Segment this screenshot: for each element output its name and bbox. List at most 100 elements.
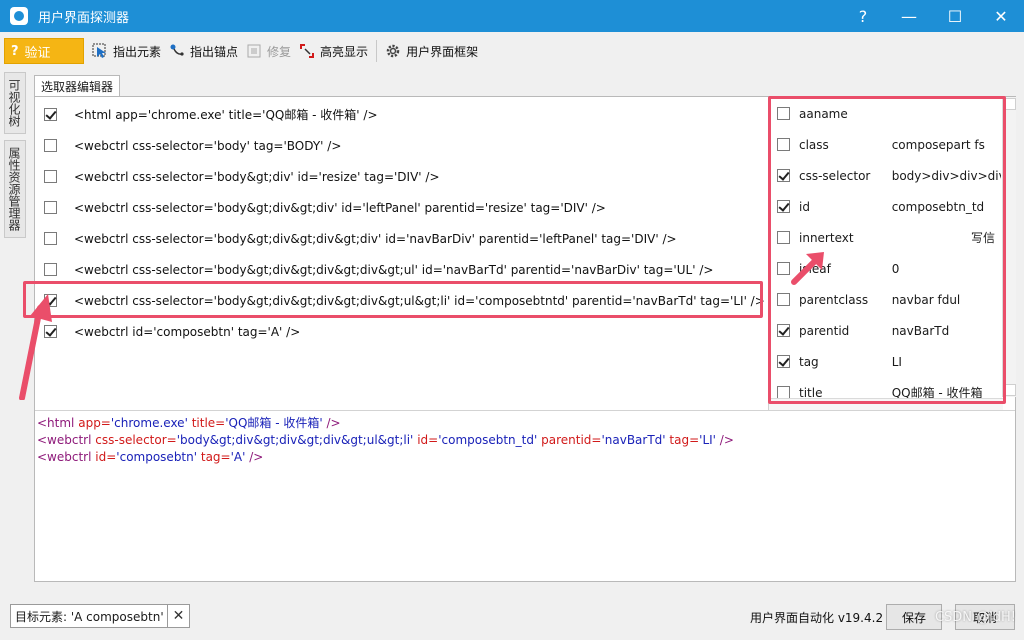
attribute-row[interactable]: tag LI [769, 346, 1001, 377]
help-button[interactable]: ? [840, 0, 886, 32]
attribute-value[interactable]: LI [892, 355, 1001, 369]
minimize-button[interactable]: — [886, 0, 932, 32]
xml-attr: id= [95, 450, 117, 464]
xml-tag: /> [326, 416, 341, 430]
target-element-field[interactable]: 目标元素: 'A composebtn' ✕ [10, 604, 190, 628]
attribute-value[interactable]: body>div>div>div [892, 169, 1001, 183]
tab-visual-tree[interactable]: 可视化树 [4, 72, 26, 134]
highlight-button[interactable]: 高亮显示 [299, 43, 368, 60]
attribute-checkbox[interactable] [777, 355, 790, 368]
cursor-select-icon [92, 43, 108, 59]
xml-line: <webctrl id='composebtn' tag='A' /> [37, 449, 1007, 466]
attribute-value[interactable]: 写信 [892, 229, 1001, 246]
xml-line: <webctrl css-selector='body&gt;div&gt;di… [37, 432, 1007, 449]
attribute-row[interactable]: parentclass navbar fdul [769, 284, 1001, 315]
scroll-up-icon[interactable] [1004, 98, 1016, 110]
repair-button[interactable]: 修复 [246, 43, 291, 60]
attribute-checkbox[interactable] [777, 200, 790, 213]
selector-text: <webctrl css-selector='body' tag='BODY' … [74, 138, 342, 153]
verify-button[interactable]: ? 验证 [4, 38, 84, 64]
selector-list: <html app='chrome.exe' title='QQ邮箱 - 收件箱… [35, 97, 765, 410]
pick-element-label: 指出元素 [113, 44, 162, 59]
window-title: 用户界面探测器 [38, 10, 130, 26]
selector-row[interactable]: <webctrl css-selector='body' tag='BODY' … [35, 130, 765, 161]
attribute-row[interactable]: id composebtn_td [769, 191, 1001, 222]
attribute-name: id [799, 199, 810, 214]
gear-icon [385, 43, 401, 59]
attribute-checkbox[interactable] [777, 262, 790, 275]
attribute-checkbox[interactable] [777, 293, 790, 306]
selector-row[interactable]: <webctrl css-selector='body&gt;div&gt;di… [35, 223, 765, 254]
attribute-checkbox[interactable] [777, 169, 790, 182]
clear-target-icon[interactable]: ✕ [167, 605, 189, 627]
xml-value: 'chrome.exe' [110, 416, 188, 430]
tab-property-explorer[interactable]: 属性资源管理器 [4, 140, 26, 238]
pick-element-button[interactable]: 指出元素 [92, 43, 161, 60]
attribute-name: innertext [799, 230, 854, 245]
attribute-checkbox[interactable] [777, 138, 790, 151]
attribute-value[interactable]: 0 [892, 262, 1001, 276]
attribute-value[interactable]: composebtn_td [892, 200, 1001, 214]
row-checkbox[interactable] [44, 201, 57, 214]
selector-row[interactable]: <webctrl css-selector='body&gt;div&gt;di… [35, 192, 765, 223]
highlight-label: 高亮显示 [320, 44, 369, 59]
row-checkbox[interactable] [44, 232, 57, 245]
toolbar: ? 验证 指出元素 指出锚点 修复 高亮显示 用户界面框架 [0, 36, 1024, 66]
attribute-row[interactable]: class composepart fs [769, 129, 1001, 160]
xml-value: 'composebtn' [116, 450, 198, 464]
selector-text: <webctrl css-selector='body&gt;div&gt;di… [74, 231, 677, 246]
attribute-horizontal-scrollbar[interactable] [769, 398, 1003, 410]
xml-value: 'navBarTd' [601, 433, 666, 447]
row-checkbox[interactable] [44, 294, 57, 307]
attribute-name: parentclass [799, 292, 869, 307]
xml-value: 'body&gt;div&gt;div&gt;div&gt;ul&gt;li' [176, 433, 414, 447]
cancel-button[interactable]: 取消 [955, 604, 1015, 630]
selector-text: <webctrl css-selector='body&gt;div&gt;di… [74, 262, 714, 277]
selector-row[interactable]: <html app='chrome.exe' title='QQ邮箱 - 收件箱… [35, 99, 765, 130]
row-checkbox[interactable] [44, 263, 57, 276]
xml-value: 'A' [230, 450, 246, 464]
attribute-row[interactable]: aaname [769, 98, 1001, 129]
selector-row-selected[interactable]: <webctrl css-selector='body&gt;div&gt;di… [35, 285, 765, 316]
selector-row[interactable]: <webctrl css-selector='body&gt;div&gt;di… [35, 254, 765, 285]
selector-row[interactable]: <webctrl css-selector='body&gt;div' id='… [35, 161, 765, 192]
maximize-button[interactable]: ☐ [932, 0, 978, 32]
repair-label: 修复 [267, 44, 292, 59]
attribute-name: parentid [799, 323, 850, 338]
attribute-checkbox[interactable] [777, 107, 790, 120]
attribute-value[interactable]: navBarTd [892, 324, 1001, 338]
attribute-value[interactable]: composepart fs [892, 138, 1001, 152]
attribute-row[interactable]: css-selector body>div>div>div [769, 160, 1001, 191]
selector-row[interactable]: <webctrl id='composebtn' tag='A' /> [35, 316, 765, 347]
row-checkbox[interactable] [44, 325, 57, 338]
xml-preview[interactable]: <html app='chrome.exe' title='QQ邮箱 - 收件箱… [37, 415, 1007, 466]
attribute-name: class [799, 137, 829, 152]
selector-text: <webctrl css-selector='body&gt;div&gt;di… [74, 293, 765, 308]
attribute-checkbox[interactable] [777, 324, 790, 337]
attribute-vertical-scrollbar[interactable] [1002, 97, 1016, 397]
anchor-icon [169, 43, 185, 59]
verify-label: 验证 [24, 45, 51, 61]
version-label: 用户界面自动化 v19.4.2 [750, 611, 884, 625]
question-icon: ? [11, 43, 19, 59]
side-tabs: 可视化树 属性资源管理器 [4, 72, 26, 244]
save-button[interactable]: 保存 [886, 604, 942, 630]
attribute-value[interactable]: navbar fdul [892, 293, 1001, 307]
attribute-name: isleaf [799, 261, 831, 276]
panel-divider[interactable] [35, 410, 1015, 411]
pick-anchor-label: 指出锚点 [190, 44, 239, 59]
attribute-row[interactable]: parentid navBarTd [769, 315, 1001, 346]
pick-anchor-button[interactable]: 指出锚点 [169, 43, 238, 60]
attribute-checkbox[interactable] [777, 231, 790, 244]
row-checkbox[interactable] [44, 170, 57, 183]
row-checkbox[interactable] [44, 108, 57, 121]
scroll-down-icon[interactable] [1004, 384, 1016, 396]
tab-selector-editor[interactable]: 选取器编辑器 [34, 75, 121, 97]
ui-frame-button[interactable]: 用户界面框架 [385, 43, 478, 60]
row-checkbox[interactable] [44, 139, 57, 152]
attribute-row[interactable]: isleaf 0 [769, 253, 1001, 284]
xml-attr: id= [417, 433, 439, 447]
attribute-row[interactable]: innertext 写信 [769, 222, 1001, 253]
xml-line: <html app='chrome.exe' title='QQ邮箱 - 收件箱… [37, 415, 1007, 432]
close-button[interactable]: ✕ [978, 0, 1024, 32]
